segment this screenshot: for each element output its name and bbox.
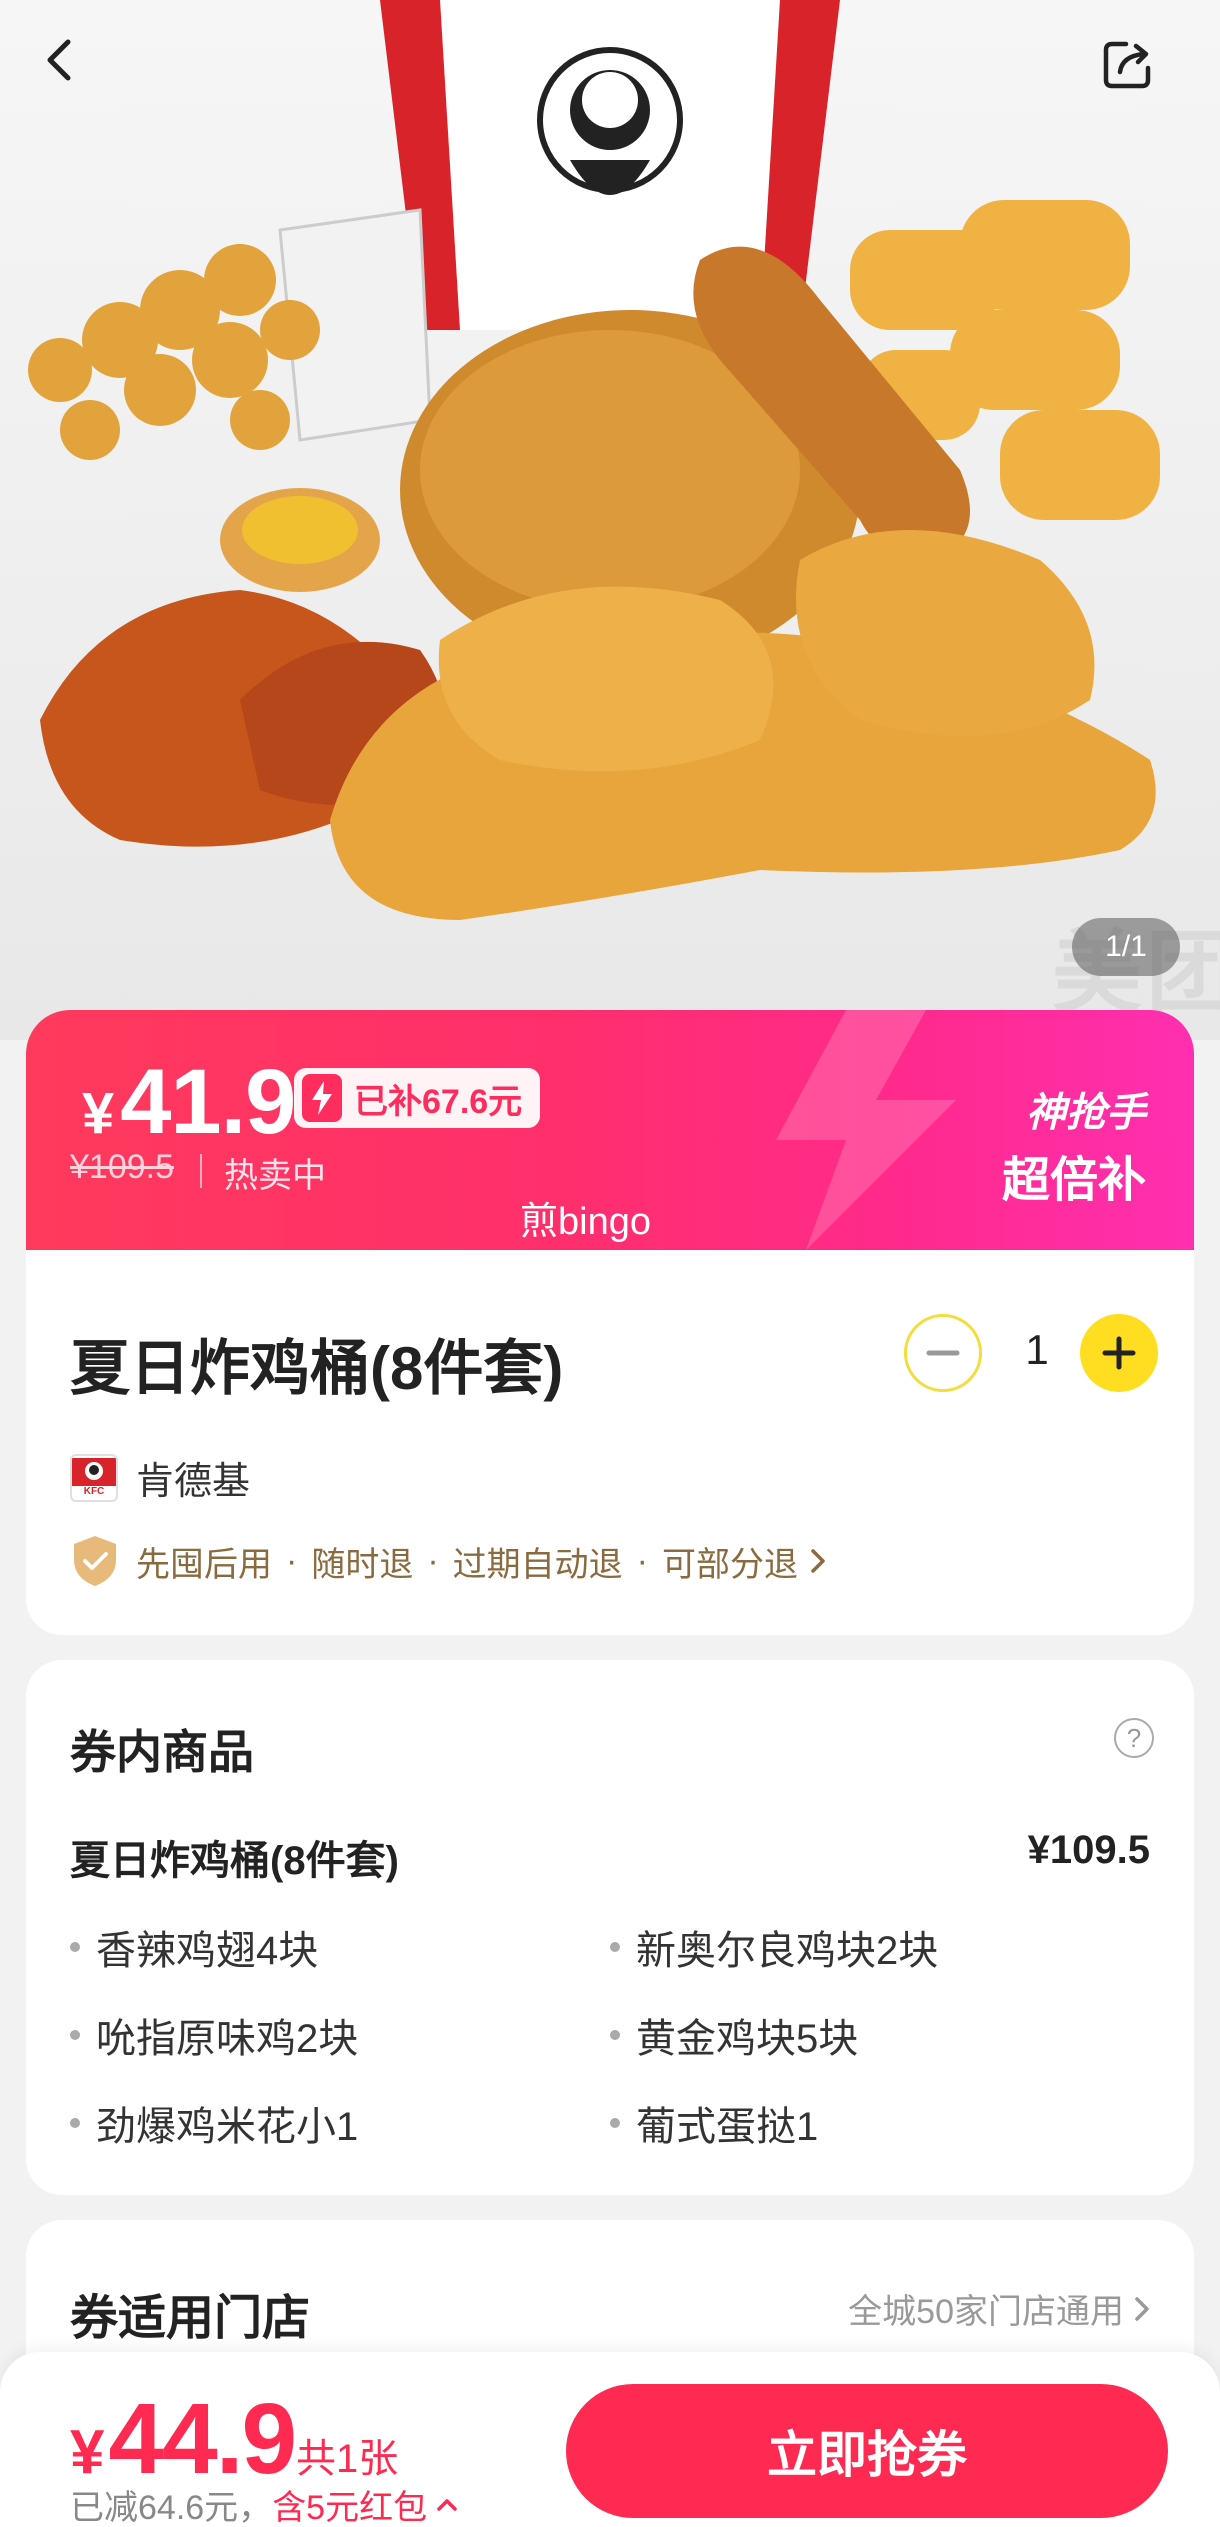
item-label: 吮指原味鸡2块 [96, 2017, 359, 2061]
item-label: 新奥尔良鸡块2块 [636, 1929, 939, 1973]
bullet [70, 2030, 80, 2040]
quantity-decrease-button[interactable] [904, 1314, 982, 1392]
guarantee-row[interactable]: 先囤后用 · 随时退 · 过期自动退 · 可部分退 [70, 1534, 830, 1588]
brand-row[interactable]: KFC 肯德基 [70, 1450, 250, 1505]
quantity-increase-button[interactable] [1080, 1314, 1158, 1392]
bingo-label: 煎bingo [520, 1201, 651, 1243]
bullet [610, 2118, 620, 2128]
guarantee-item: 可部分退 [661, 1545, 798, 1584]
original-price: ¥109.5 [70, 1148, 174, 1186]
bottom-purchase-bar: ¥ 44.9 共1张 已减64.6元， 含5元红包 立即抢券 [0, 2352, 1220, 2527]
section-title: 券内商品 [70, 1726, 254, 1778]
guarantee-item: 随时退 [311, 1545, 414, 1584]
guarantee-separator: · [636, 1541, 648, 1580]
price-banner: ¥ 41.9 已补67.6元 ¥109.5 热卖中 煎bingo 神抢手 超倍补 [26, 1010, 1194, 1250]
chevron-left-icon [47, 39, 71, 81]
bullet [610, 2030, 620, 2040]
discount-details[interactable]: 已减64.6元， 含5元红包 [70, 2480, 461, 2527]
product-info-card: 夏日炸鸡桶(8件套) 1 KFC 肯德基 先囤后用 · 随时退 · 过期自动退 … [26, 1250, 1194, 1635]
brand-name: 肯德基 [136, 1461, 251, 1503]
deal-price-value: 41.9 [120, 1051, 296, 1153]
item-label: 黄金鸡块5块 [636, 2017, 859, 2061]
guarantee-separator: · [286, 1541, 298, 1580]
list-item: 黄金鸡块5块 [610, 2006, 858, 2064]
promo-badge-title: 神抢手 [1026, 1091, 1146, 1135]
back-button[interactable] [36, 36, 120, 120]
guarantee-item: 过期自动退 [452, 1545, 623, 1584]
voucher-count: 共1张 [296, 2437, 399, 2481]
package-name: 夏日炸鸡桶(8件套) [70, 1839, 399, 1883]
list-item: 新奥尔良鸡块2块 [610, 1918, 938, 1976]
bullet [610, 1942, 620, 1952]
subsidy-tag: 已补67.6元 [294, 1068, 541, 1128]
promo-badge-subtitle: 超倍补 [1001, 1154, 1146, 1207]
currency-symbol: ¥ [70, 2418, 105, 2487]
image-counter: 1/1 [1072, 918, 1180, 976]
subsidy-text: 已补67.6元 [354, 1082, 523, 1121]
list-item: 劲爆鸡米花小1 [70, 2094, 358, 2152]
hot-selling-label: 热卖中 [224, 1157, 326, 1195]
lightning-icon [302, 1074, 342, 1122]
list-item: 葡式蛋挞1 [610, 2094, 818, 2152]
guarantee-separator: · [427, 1541, 439, 1580]
lightning-bolt-decoration-icon [776, 1010, 956, 1250]
stores-link-label: 全城50家门店通用 [848, 2293, 1124, 2331]
package-price: ¥109.5 [1027, 1828, 1150, 1872]
all-stores-link[interactable]: 全城50家门店通用 [848, 2284, 1154, 2333]
red-packet-text: 含5元红包 [272, 2489, 428, 2527]
item-label: 香辣鸡翅4块 [96, 1929, 319, 1973]
bullet [70, 1942, 80, 1952]
chevron-right-icon [811, 1549, 825, 1573]
shield-check-icon [74, 1536, 116, 1586]
item-label: 劲爆鸡米花小1 [96, 2105, 359, 2149]
guarantee-item: 先囤后用 [136, 1545, 272, 1584]
brand-logo-text: KFC [83, 1485, 105, 1497]
currency-symbol: ¥ [82, 1081, 115, 1146]
kfc-logo-icon: KFC [70, 1453, 118, 1502]
help-icon[interactable]: ? [1114, 1718, 1154, 1758]
share-button[interactable] [1100, 36, 1184, 120]
chevron-right-icon [1135, 2296, 1149, 2321]
bullet [70, 2118, 80, 2128]
deal-price: ¥ 41.9 [82, 1050, 296, 1155]
minus-icon [926, 1350, 960, 1356]
quantity-value: 1 [1025, 1326, 1049, 1373]
chevron-up-icon [437, 2498, 457, 2511]
list-item: 吮指原味鸡2块 [70, 2006, 358, 2064]
product-image-carousel[interactable]: 美团 1/1 [0, 0, 1220, 1040]
list-item: 香辣鸡翅4块 [70, 1918, 318, 1976]
divider [200, 1154, 202, 1188]
plus-icon [1102, 1336, 1136, 1370]
share-icon [1103, 41, 1151, 89]
buy-now-button[interactable]: 立即抢券 [566, 2384, 1168, 2518]
section-title: 券适用门店 [70, 2292, 311, 2345]
item-label: 葡式蛋挞1 [636, 2105, 819, 2149]
discount-text: 已减64.6元， [70, 2489, 273, 2527]
voucher-contents-card: 券内商品 ? 夏日炸鸡桶(8件套) ¥109.5 香辣鸡翅4块 新奥尔良鸡块2块… [26, 1660, 1194, 2195]
product-title: 夏日炸鸡桶(8件套) [70, 1335, 564, 1402]
fried-chicken-bucket-image [28, 0, 1160, 920]
